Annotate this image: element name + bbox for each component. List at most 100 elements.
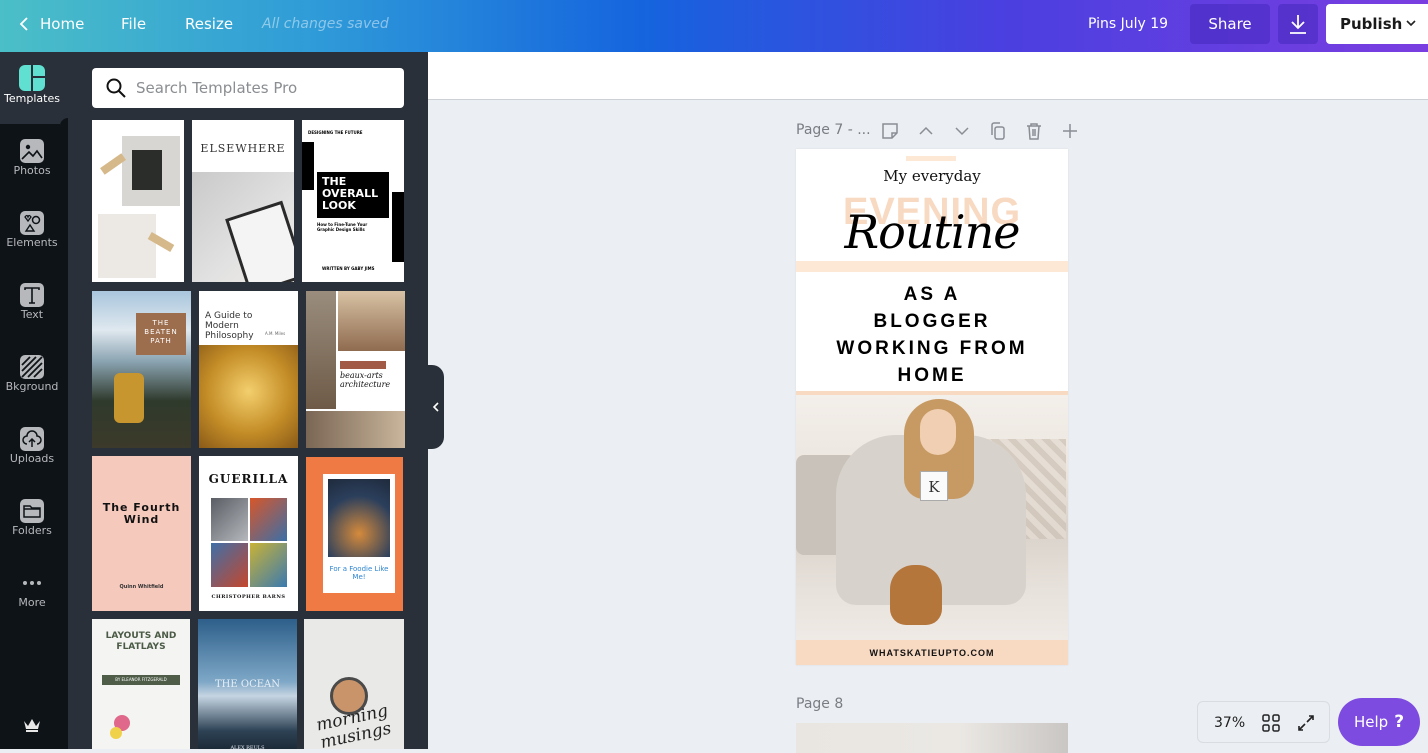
- headline-line: BLOGGER: [873, 311, 991, 332]
- design-footer-url: WHATSKATIEUPTO.COM: [796, 640, 1068, 665]
- sidebar-item-photos[interactable]: Photos: [0, 124, 64, 196]
- more-icon: [23, 581, 41, 585]
- template-thumbnail[interactable]: ELSEWHERE: [192, 120, 294, 282]
- move-down-icon[interactable]: [952, 121, 972, 141]
- template-thumbnail[interactable]: THE OCEAN ALEX REULS: [198, 619, 297, 749]
- home-button[interactable]: Home: [18, 0, 84, 48]
- sidebar-label: Uploads: [9, 452, 55, 465]
- design-headline: AS A BLOGGER WORKING FROM HOME: [796, 281, 1068, 389]
- template-title: For a Foodie Like Me!: [329, 565, 389, 581]
- sidebar-item-elements[interactable]: Elements: [0, 196, 64, 268]
- template-title: THE BEATEN PATH: [136, 313, 186, 355]
- chevron-left-icon: [432, 402, 439, 412]
- document-title[interactable]: Pins July 19: [1088, 0, 1168, 48]
- home-label: Home: [40, 15, 85, 33]
- headline-line: AS A: [903, 284, 961, 305]
- duplicate-icon[interactable]: [988, 121, 1008, 141]
- mug-letter: K: [920, 471, 948, 501]
- template-top-text: DESIGNING THE FUTURE: [308, 130, 363, 135]
- template-thumbnail[interactable]: morning musings: [304, 619, 404, 749]
- chevron-left-icon: [19, 17, 28, 31]
- template-author: Quinn Whitfield: [119, 584, 164, 590]
- sidebar-item-templates[interactable]: Templates: [0, 52, 64, 124]
- zoom-level[interactable]: 37%: [1214, 702, 1245, 744]
- chevron-down-icon: [1406, 20, 1416, 27]
- design-photo: K: [796, 395, 1068, 640]
- design-page-7[interactable]: My everyday EVENING Routine AS A BLOGGER…: [796, 149, 1068, 665]
- template-thumbnail[interactable]: LAYOUTS AND FLATLAYS BY ELEANOR FITZGERA…: [92, 619, 190, 749]
- template-thumbnail[interactable]: [92, 120, 184, 282]
- sidebar-label: Bkground: [5, 380, 59, 393]
- template-title: LAYOUTS AND FLATLAYS: [105, 631, 177, 652]
- zoom-controls: 37%: [1197, 701, 1330, 743]
- template-title: THE OVERALL LOOK: [317, 172, 389, 218]
- download-button[interactable]: [1278, 4, 1318, 44]
- templates-panel: ELSEWHERE DESIGNING THE FUTURE THE OVERA…: [68, 52, 428, 749]
- sidebar-item-folders[interactable]: Folders: [0, 484, 64, 556]
- search-box[interactable]: [92, 68, 404, 108]
- notes-icon[interactable]: [880, 121, 900, 141]
- template-title: morning musings: [314, 700, 394, 749]
- folders-icon: [20, 499, 44, 523]
- template-author: BY ELEANOR FITZGERALD: [102, 675, 180, 685]
- sidebar-label: Folders: [12, 524, 52, 537]
- template-thumbnail[interactable]: GUERILLA CHRISTOPHER BARNS: [199, 456, 298, 611]
- fullscreen-icon[interactable]: [1297, 714, 1315, 732]
- template-title: A Guide to Modern Philosophy: [205, 311, 254, 341]
- page-7-label[interactable]: Page 7 - ...: [796, 122, 871, 138]
- elements-icon: [20, 211, 44, 235]
- headline-line: HOME: [897, 365, 967, 386]
- save-status: All changes saved: [262, 16, 389, 32]
- template-author: CHRISTOPHER BARNS: [211, 594, 286, 600]
- sidebar-item-text[interactable]: Text: [0, 268, 64, 340]
- design-line-my-everyday: My everyday: [883, 167, 981, 185]
- headline-line: WORKING FROM: [836, 338, 1028, 359]
- crown-icon[interactable]: [23, 717, 41, 733]
- template-author: WRITTEN BY GABY JIMS: [322, 266, 375, 271]
- template-thumbnail[interactable]: A Guide to Modern Philosophy A.M. Miles: [199, 291, 298, 448]
- design-line-routine: Routine: [844, 205, 1020, 259]
- add-page-icon[interactable]: [1060, 121, 1080, 141]
- sidebar-label: Elements: [6, 236, 58, 249]
- file-menu[interactable]: File: [121, 0, 146, 48]
- sidebar-label: Text: [20, 308, 44, 321]
- grid-view-icon[interactable]: [1262, 714, 1280, 732]
- uploads-icon: [20, 427, 44, 451]
- template-title: THE OCEAN: [215, 679, 280, 690]
- move-up-icon[interactable]: [916, 121, 936, 141]
- template-author: A.M. Miles: [265, 331, 286, 336]
- template-thumbnail[interactable]: DESIGNING THE FUTURE THE OVERALL LOOK Ho…: [302, 120, 404, 282]
- download-icon: [1290, 15, 1306, 34]
- photos-icon: [20, 139, 44, 163]
- template-title: GUERILLA: [208, 472, 289, 486]
- templates-icon: [19, 65, 45, 91]
- search-icon: [106, 78, 126, 98]
- template-title: The Fourth Wind: [102, 501, 181, 526]
- template-thumbnail[interactable]: beaux-arts architecture: [306, 291, 405, 448]
- delete-icon[interactable]: [1024, 121, 1044, 141]
- page-8-label[interactable]: Page 8: [796, 696, 843, 712]
- publish-button[interactable]: Publish: [1326, 4, 1428, 44]
- sidebar-label: Photos: [13, 164, 51, 177]
- template-title: beaux-arts architecture: [340, 371, 391, 389]
- help-button[interactable]: Help?: [1338, 698, 1420, 746]
- template-thumbnail[interactable]: THE BEATEN PATH: [92, 291, 191, 448]
- search-input[interactable]: [136, 68, 396, 108]
- template-thumbnail[interactable]: For a Foodie Like Me!: [306, 457, 403, 611]
- background-icon: [20, 355, 44, 379]
- sidebar-label: More: [18, 596, 46, 609]
- sidebar-item-more[interactable]: More: [0, 556, 64, 628]
- question-mark-icon: ?: [1394, 712, 1405, 732]
- publish-label: Publish: [1340, 15, 1403, 33]
- help-label: Help: [1354, 713, 1389, 731]
- template-thumbnail[interactable]: The Fourth Wind Quinn Whitfield: [92, 456, 191, 611]
- text-icon: [20, 283, 44, 307]
- sidebar-item-background[interactable]: Bkground: [0, 340, 64, 412]
- sidebar-item-uploads[interactable]: Uploads: [0, 412, 64, 484]
- collapse-panel-button[interactable]: [428, 365, 444, 449]
- template-author: ALEX REULS: [230, 745, 265, 749]
- top-bar: Home File Resize All changes saved Pins …: [0, 0, 1428, 52]
- share-button[interactable]: Share: [1190, 4, 1270, 44]
- resize-menu[interactable]: Resize: [185, 0, 233, 48]
- template-title: ELSEWHERE: [200, 142, 286, 155]
